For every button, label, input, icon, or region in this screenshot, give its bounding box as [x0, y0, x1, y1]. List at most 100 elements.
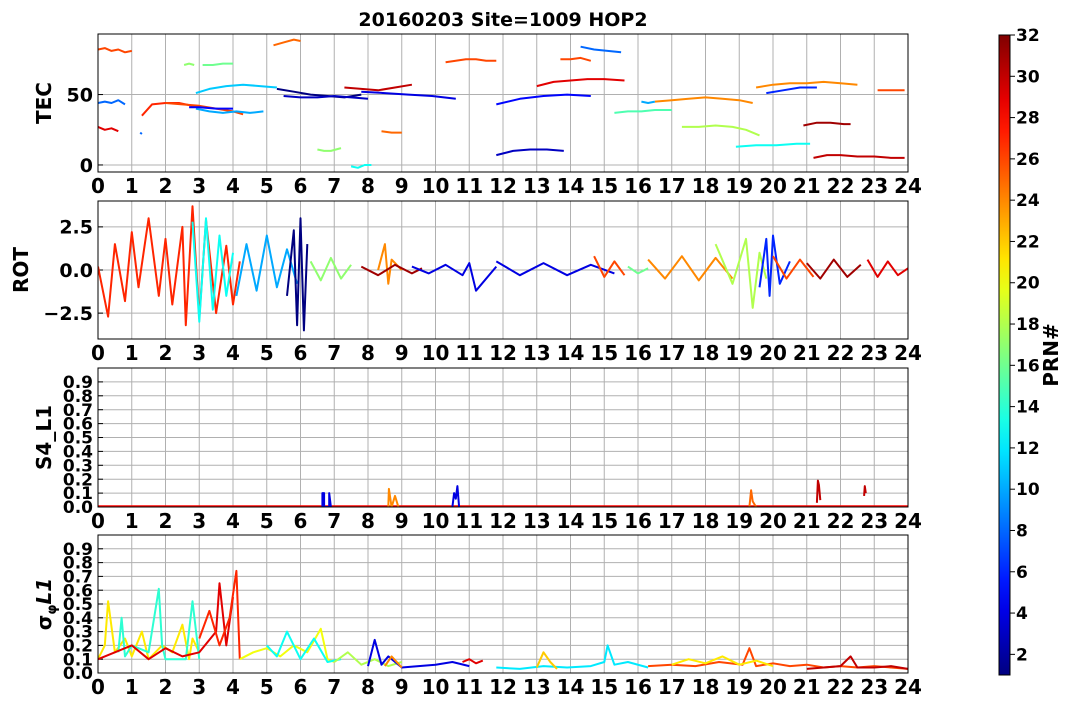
x-tick-label: 24	[894, 675, 922, 699]
x-tick-label: 21	[793, 509, 821, 533]
colorbar-tick-label: 26	[1016, 150, 1040, 170]
x-tick-label: 1	[125, 509, 139, 533]
x-tick-label: 15	[590, 675, 618, 699]
x-tick-label: 23	[860, 509, 888, 533]
x-tick-label: 12	[489, 174, 517, 198]
x-tick-label: 16	[624, 174, 652, 198]
panel-3: 0 1 2 3 4 5 6 7 8 9 10 11 12 13 14 15 16 17 18 19 20 21 22 23 24…	[32, 367, 922, 533]
x-tick-label: 14	[557, 675, 585, 699]
x-tick-label: 20	[759, 341, 787, 365]
x-tick-label: 2	[159, 509, 173, 533]
x-tick-label: 17	[658, 509, 686, 533]
panel-1: 0 1 2 3 4 5 6 7 8 9 10 11 12 13 14 15 16 17 18 19 20 21 22 23 24…	[32, 33, 922, 198]
x-tick-label: 7	[327, 675, 341, 699]
x-tick-label: 20	[759, 174, 787, 198]
colorbar-label: PRN#	[1039, 323, 1063, 387]
colorbar-tick-label: 28	[1016, 109, 1040, 129]
colorbar-tick-label: 8	[1016, 521, 1028, 541]
x-tick-label: 3	[192, 509, 206, 533]
x-tick-label: 0	[91, 174, 105, 198]
x-tick-label: 4	[226, 341, 240, 365]
series-line-prn-8	[139, 131, 143, 135]
x-tick-label: 16	[624, 675, 652, 699]
x-tick-label: 1	[125, 675, 139, 699]
x-tick-label: 6	[294, 174, 308, 198]
x-tick-label: 21	[793, 341, 821, 365]
x-tick-label: 9	[395, 675, 409, 699]
x-tick-label: 8	[361, 509, 375, 533]
x-tick-label: 2	[159, 675, 173, 699]
y-tick-label: 0	[80, 155, 93, 177]
x-tick-label: 2	[159, 341, 173, 365]
y-tick-label: 2.5	[59, 217, 93, 239]
x-tick-label: 19	[725, 174, 753, 198]
x-tick-label: 8	[361, 341, 375, 365]
y-tick-label: 0.9	[63, 540, 93, 560]
x-tick-label: 3	[192, 174, 206, 198]
x-tick-label: 7	[327, 174, 341, 198]
y-tick-label: −2.5	[43, 303, 93, 325]
x-tick-label: 15	[590, 509, 618, 533]
x-tick-label: 7	[327, 341, 341, 365]
x-tick-label: 21	[793, 675, 821, 699]
colorbar-tick-label: 30	[1016, 67, 1040, 87]
colorbar-tick-label: 18	[1016, 315, 1040, 335]
x-tick-label: 5	[260, 174, 274, 198]
x-tick-label: 0	[91, 341, 105, 365]
colorbar-bar	[998, 34, 1011, 676]
y-tick-label: 0.0	[59, 260, 93, 282]
chart-panels: 0 1 2 3 4 5 6 7 8 9 10 11 12 13 14 15 16 17 18 19 20 21 22 23 24…	[9, 33, 922, 699]
x-tick-label: 6	[294, 509, 308, 533]
colorbar-tick-label: 6	[1016, 563, 1028, 583]
y-axis-label: S4_L1	[32, 405, 56, 470]
x-tick-label: 9	[395, 174, 409, 198]
y-axis-label: ROT	[9, 247, 33, 293]
x-tick-label: 12	[489, 509, 517, 533]
x-tick-label: 4	[226, 174, 240, 198]
x-tick-label: 8	[361, 675, 375, 699]
x-tick-label: 5	[260, 341, 274, 365]
x-tick-label: 21	[793, 174, 821, 198]
x-tick-label: 1	[125, 174, 139, 198]
x-tick-label: 11	[455, 509, 483, 533]
x-tick-label: 19	[725, 509, 753, 533]
x-tick-label: 24	[894, 509, 922, 533]
x-tick-label: 5	[260, 675, 274, 699]
x-tick-label: 9	[395, 341, 409, 365]
x-tick-label: 24	[894, 174, 922, 198]
x-tick-label: 19	[725, 675, 753, 699]
x-tick-label: 18	[692, 675, 720, 699]
colorbar-tick-label: 12	[1016, 439, 1040, 459]
colorbar-tick-label: 2	[1016, 645, 1028, 665]
chart-figure: 20160203 Site=1009 HOP2 0 1 2 3 4 5 6 7 8 9 10 11 12…	[9, 9, 1063, 699]
y-axis-label: σφL1	[32, 578, 60, 630]
x-tick-label: 17	[658, 675, 686, 699]
x-tick-label: 10	[422, 341, 450, 365]
x-tick-label: 0	[91, 675, 105, 699]
x-tick-label: 8	[361, 174, 375, 198]
x-tick-label: 17	[658, 174, 686, 198]
x-tick-label: 23	[860, 174, 888, 198]
x-tick-label: 1	[125, 341, 139, 365]
colorbar: 2468101214161820222426283032PRN#	[998, 26, 1063, 676]
x-tick-label: 4	[226, 675, 240, 699]
x-tick-label: 18	[692, 174, 720, 198]
x-tick-label: 9	[395, 509, 409, 533]
x-tick-label: 18	[692, 341, 720, 365]
x-tick-label: 7	[327, 509, 341, 533]
y-axis-label: TEC	[32, 82, 56, 124]
x-tick-label: 19	[725, 341, 753, 365]
x-tick-label: 13	[523, 341, 551, 365]
x-tick-label: 18	[692, 509, 720, 533]
x-tick-label: 14	[557, 509, 585, 533]
x-tick-label: 12	[489, 341, 517, 365]
x-tick-label: 10	[422, 675, 450, 699]
x-tick-label: 24	[894, 341, 922, 365]
x-tick-label: 3	[192, 675, 206, 699]
colorbar-tick-label: 4	[1016, 604, 1028, 624]
panel-4: 0 1 2 3 4 5 6 7 8 9 10 11 12 13 14 15 16 17 18 19 20 21 22 23 24…	[32, 534, 922, 699]
x-tick-label: 17	[658, 341, 686, 365]
x-tick-label: 0	[91, 509, 105, 533]
x-tick-label: 23	[860, 341, 888, 365]
x-tick-label: 13	[523, 174, 551, 198]
